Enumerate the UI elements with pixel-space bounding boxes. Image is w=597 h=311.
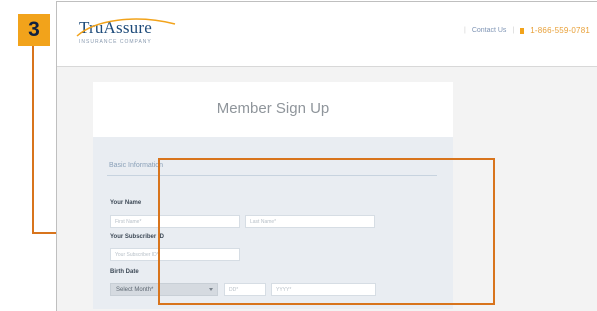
site-header: TruAssure INSURANCE COMPANY | Contact Us… [57,2,597,67]
highlight-box [158,158,495,305]
header-links: | Contact Us | 1-866-559-0781 [464,26,590,35]
section-title: Basic Information [109,162,164,169]
truassure-logo[interactable]: TruAssure INSURANCE COMPANY [76,18,176,45]
page-title: Member Sign Up [216,100,330,117]
name-label: Your Name [110,200,142,206]
step-number-badge: 3 [18,14,50,46]
header-separator: | [512,27,515,34]
callout-connector-vertical [32,46,34,234]
subscriber-id-label: Your Subscriber ID [110,234,164,240]
phone-number[interactable]: 1-866-559-0781 [530,26,590,35]
header-separator: | [463,27,466,34]
birth-month-value: Select Month* [116,287,154,293]
birth-date-label: Birth Date [110,269,139,275]
contact-us-link[interactable]: Contact Us [472,27,507,34]
logo-swoosh-icon [76,18,176,37]
phone-icon [520,27,525,34]
